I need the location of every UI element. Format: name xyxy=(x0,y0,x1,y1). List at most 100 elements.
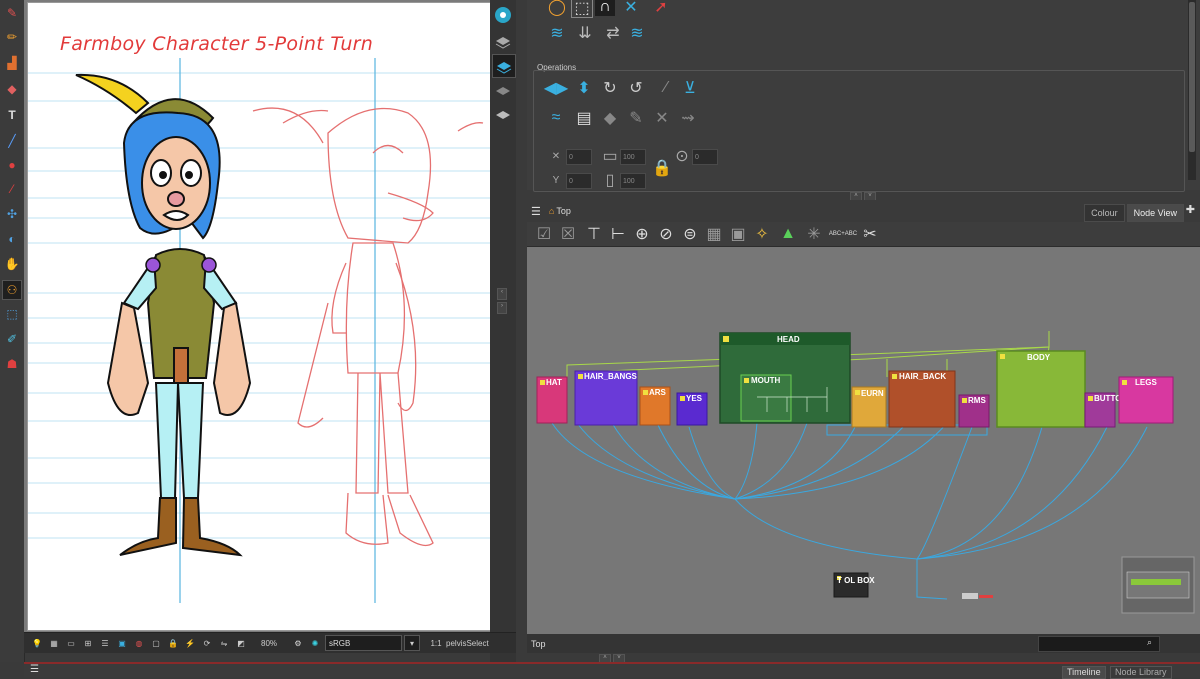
group-icon[interactable]: ⊢ xyxy=(609,225,627,243)
collapse-left-arrow[interactable]: ‹ xyxy=(497,288,507,300)
optimize-icon[interactable]: ⇝ xyxy=(678,109,698,127)
tab-node-view[interactable]: Node View xyxy=(1126,204,1184,222)
pointer-red-icon[interactable]: ➚ xyxy=(651,0,671,16)
rigging-tool-icon[interactable]: ⚇ xyxy=(2,280,22,300)
color-space-select[interactable]: sRGB xyxy=(325,635,403,651)
peg-icon[interactable]: ⊤ xyxy=(585,225,603,243)
line-tool-icon[interactable]: ╱ xyxy=(3,132,21,150)
safe-area-icon[interactable]: ▣ xyxy=(115,636,129,650)
navigate-icon[interactable]: ⊜ xyxy=(681,225,699,243)
contour-editor-icon[interactable]: ✐ xyxy=(3,330,21,348)
table-view-icon[interactable]: ▦ xyxy=(47,636,61,650)
flip-vertical-icon[interactable]: ⬍ xyxy=(574,79,594,97)
breadcrumb[interactable]: Top xyxy=(556,206,571,216)
sparkle-icon[interactable]: ✳ xyxy=(805,225,823,243)
chevron-down-icon[interactable]: ▾ xyxy=(404,635,421,651)
dock-menu-icon[interactable]: ☰ xyxy=(30,664,39,676)
lock-ratio-icon[interactable]: 🔒 xyxy=(652,159,672,177)
x-field[interactable]: 0 xyxy=(566,149,592,165)
grid-node-icon[interactable]: ▦ xyxy=(705,225,723,243)
node-view-toolbar: ☑ ☒ ⊤ ⊢ ⊕ ⊘ ⊜ ▦ ▣ ✧ ▲ ✳ ABC+ABC ✂ xyxy=(527,222,1200,246)
tab-timeline[interactable]: Timeline xyxy=(1062,666,1106,679)
eraser-icon[interactable]: ◆ xyxy=(3,80,21,98)
drawing-paper[interactable]: Farmboy Character 5-Point Turn xyxy=(27,2,491,631)
text-node-icon[interactable]: ABC+ABC xyxy=(829,225,857,243)
eye-icon[interactable] xyxy=(492,4,514,26)
light-table-icon[interactable]: ▢ xyxy=(149,636,163,650)
list-icon[interactable]: ☰ xyxy=(98,636,112,650)
lock-icon[interactable]: 🔒 xyxy=(166,636,180,650)
node-search-input[interactable] xyxy=(1038,636,1160,652)
frame-icon[interactable]: ▭ xyxy=(64,636,78,650)
layers-stack-icon[interactable] xyxy=(492,80,514,102)
flip-view-icon[interactable]: ⇋ xyxy=(217,636,231,650)
ungroup-icon[interactable]: ⊘ xyxy=(657,225,675,243)
pencil-convert-icon[interactable]: ✎ xyxy=(626,109,646,127)
matte-icon[interactable]: ▲ xyxy=(779,225,797,243)
collapse-right-arrow[interactable]: › xyxy=(497,302,507,314)
order-swap-icon[interactable]: ⇄ xyxy=(603,24,623,42)
flatten-icon[interactable]: ▤ xyxy=(574,109,594,127)
bolt-icon[interactable]: ⚡ xyxy=(183,636,197,650)
lasso-icon[interactable]: ◯ xyxy=(547,0,567,16)
smooth-icon[interactable]: ≈ xyxy=(546,109,566,127)
width-field[interactable]: 100 xyxy=(620,149,646,165)
zoom-level[interactable]: 80% xyxy=(261,636,277,650)
brush-icon[interactable]: ✎ xyxy=(3,4,21,22)
select-tool-icon[interactable]: ✣ xyxy=(3,205,21,223)
angle-field[interactable]: 0 xyxy=(692,149,718,165)
render-preview-icon[interactable]: ✺ xyxy=(308,636,322,650)
dropper-icon[interactable]: ⁄ xyxy=(3,180,21,198)
frame-node-icon[interactable]: ▣ xyxy=(729,225,747,243)
dropper-small-icon[interactable]: ⁄ xyxy=(656,79,676,97)
grid-icon[interactable]: ⊞ xyxy=(81,636,95,650)
character-artwork xyxy=(28,58,490,603)
snap-magnet-icon[interactable]: ∩ xyxy=(595,0,615,16)
onion-skin-icon[interactable]: ◍ xyxy=(132,636,146,650)
node-body[interactable] xyxy=(996,350,1086,428)
lightbulb-icon[interactable]: 💡 xyxy=(30,636,44,650)
marquee-icon[interactable]: ⬚ xyxy=(571,0,593,18)
add-panel-icon[interactable]: ✚ xyxy=(1186,203,1195,216)
node-write[interactable] xyxy=(979,595,993,598)
hand-tool-icon[interactable]: ✋ xyxy=(3,255,21,273)
cross-select-icon[interactable]: ✕ xyxy=(621,0,641,16)
rotate-tool-icon[interactable]: ◐ xyxy=(3,230,21,248)
paint-bucket-icon[interactable]: ● xyxy=(3,156,21,174)
wand-icon[interactable]: ✧ xyxy=(753,225,771,243)
enable-node-icon[interactable]: ☑ xyxy=(535,225,553,243)
shade-icon[interactable]: ◩ xyxy=(234,636,248,650)
cutter-tool-icon[interactable]: ☗ xyxy=(3,355,21,373)
search-icon[interactable]: ⌕ xyxy=(1147,637,1152,648)
cutter-node-icon[interactable]: ✂ xyxy=(861,225,879,243)
rotate-cw-icon[interactable]: ↻ xyxy=(600,79,620,97)
transform-tool-icon[interactable]: ⬚ xyxy=(3,305,21,323)
layer-flip-icon[interactable]: ≋ xyxy=(627,24,647,42)
pencil-icon[interactable]: ✏ xyxy=(3,28,21,46)
layers-light-icon[interactable] xyxy=(492,104,514,126)
layers-active-icon[interactable] xyxy=(492,54,516,78)
rotate-ccw-icon[interactable]: ↺ xyxy=(626,79,646,97)
y-field[interactable]: 0 xyxy=(566,173,592,189)
properties-scroll-thumb[interactable] xyxy=(1189,2,1195,152)
text-tool-icon[interactable]: T xyxy=(3,106,21,124)
layers-icon[interactable] xyxy=(492,30,514,52)
stack-icon[interactable]: ≋ xyxy=(547,24,567,42)
disable-node-icon[interactable]: ☒ xyxy=(559,225,577,243)
tab-node-library[interactable]: Node Library xyxy=(1110,666,1172,679)
remove-icon[interactable]: ✕ xyxy=(652,109,672,127)
rotate-view-icon[interactable]: ⟳ xyxy=(200,636,214,650)
centre-icon[interactable]: ⊻ xyxy=(680,79,700,97)
tab-colour[interactable]: Colour xyxy=(1084,204,1125,222)
node-display[interactable] xyxy=(962,593,978,599)
composite-icon[interactable]: ⊕ xyxy=(633,225,651,243)
height-field[interactable]: 100 xyxy=(620,173,646,189)
brush-convert-icon[interactable]: ◆ xyxy=(600,109,620,127)
order-down-icon[interactable]: ⇊ xyxy=(575,24,595,42)
stamp-icon[interactable]: ▟ xyxy=(3,54,21,72)
settings-gear-icon[interactable]: ⚙ xyxy=(291,636,305,650)
menu-icon[interactable]: ☰ xyxy=(531,205,541,218)
home-icon[interactable]: ⌂ xyxy=(549,206,554,216)
flip-horizontal-icon[interactable]: ◀▶ xyxy=(544,79,569,97)
node-graph-canvas[interactable]: HEAD MOUTH HAT HAIR_BANGS ARS YES EURN H… xyxy=(527,246,1200,635)
